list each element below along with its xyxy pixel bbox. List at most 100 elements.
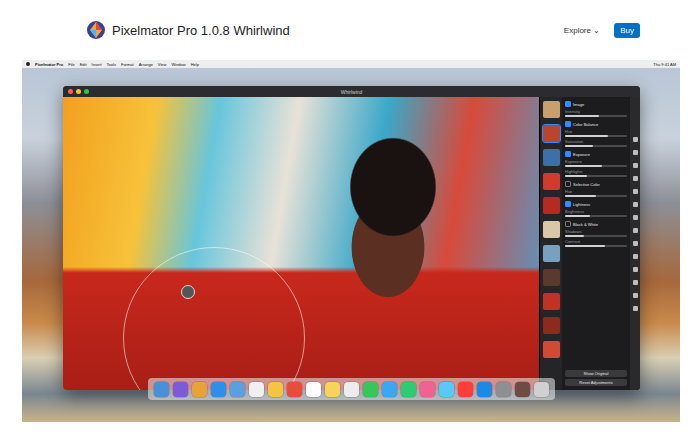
layer-thumbnail[interactable]	[543, 221, 560, 238]
slider-fill	[565, 115, 599, 117]
apple-icon[interactable]	[26, 62, 30, 66]
slider-label: Contrast	[565, 239, 627, 244]
layer-thumbnail[interactable]	[543, 149, 560, 166]
adjustment-header[interactable]: Image	[565, 101, 627, 107]
slider-track[interactable]	[565, 145, 627, 147]
layer-thumbnail[interactable]	[543, 245, 560, 262]
dock-app-icon[interactable]	[306, 382, 321, 397]
enable-checkbox[interactable]	[565, 181, 571, 187]
dock-app-icon[interactable]	[382, 382, 397, 397]
dock-app-icon[interactable]	[496, 382, 511, 397]
product-title: Pixelmator Pro 1.0.8 Whirlwind	[112, 23, 290, 38]
sidebar-button[interactable]: Reset Adjustments	[565, 379, 627, 386]
layer-thumbnail[interactable]	[543, 173, 560, 190]
adjustment-header[interactable]: Lightness	[565, 201, 627, 207]
enable-checkbox[interactable]	[565, 201, 571, 207]
pixelmator-logo-icon[interactable]	[86, 20, 106, 40]
tools-strip	[630, 97, 640, 390]
window-body: ImageIntensityColor BalanceHueSaturation…	[63, 97, 640, 390]
dock-app-icon[interactable]	[192, 382, 207, 397]
menu-item[interactable]: Help	[191, 62, 199, 67]
slider-track[interactable]	[565, 195, 627, 197]
enable-checkbox[interactable]	[565, 151, 571, 157]
explore-link[interactable]: Explore ⌄	[564, 26, 600, 35]
dock-app-icon[interactable]	[477, 382, 492, 397]
layer-thumbnail[interactable]	[543, 293, 560, 310]
slider-row: Brightness	[565, 209, 627, 217]
dock-app-icon[interactable]	[249, 382, 264, 397]
enable-checkbox[interactable]	[565, 121, 571, 127]
dock-app-icon[interactable]	[287, 382, 302, 397]
dock-app-icon[interactable]	[439, 382, 454, 397]
sidebar: ImageIntensityColor BalanceHueSaturation…	[539, 97, 640, 390]
dock-app-icon[interactable]	[363, 382, 378, 397]
dock-app-icon[interactable]	[401, 382, 416, 397]
adjustment-header[interactable]: Color Balance	[565, 121, 627, 127]
enable-checkbox[interactable]	[565, 221, 571, 227]
slider-track[interactable]	[565, 115, 627, 117]
menu-item[interactable]: Arrange	[139, 62, 153, 67]
layer-thumbnail[interactable]	[543, 125, 560, 142]
sidebar-button[interactable]: Show Original	[565, 370, 627, 377]
layer-thumbnail[interactable]	[543, 101, 560, 118]
tool-icon[interactable]	[633, 280, 638, 285]
enable-checkbox[interactable]	[565, 101, 571, 107]
menu-app-name[interactable]: Pixelmator Pro	[35, 62, 63, 67]
dock-app-icon[interactable]	[211, 382, 226, 397]
slider-track[interactable]	[565, 215, 627, 217]
dock-app-icon[interactable]	[230, 382, 245, 397]
tool-icon[interactable]	[633, 267, 638, 272]
slider-track[interactable]	[565, 165, 627, 167]
menu-item[interactable]: Insert	[92, 62, 102, 67]
menu-item[interactable]: Edit	[80, 62, 87, 67]
layer-thumbnail[interactable]	[543, 269, 560, 286]
slider-track[interactable]	[565, 175, 627, 177]
menu-item[interactable]: Window	[171, 62, 185, 67]
tool-icon[interactable]	[633, 137, 638, 142]
minimize-icon[interactable]	[76, 89, 81, 94]
photo-canvas[interactable]	[63, 97, 539, 390]
adjustment-header[interactable]: Selective Color	[565, 181, 627, 187]
dock-app-icon[interactable]	[458, 382, 473, 397]
dock-app-icon[interactable]	[173, 382, 188, 397]
tool-icon[interactable]	[633, 241, 638, 246]
close-icon[interactable]	[68, 89, 73, 94]
tool-icon[interactable]	[633, 176, 638, 181]
adjustment-section: Lightness Brightness	[565, 201, 627, 217]
menu-item[interactable]: View	[158, 62, 167, 67]
tool-icon[interactable]	[633, 215, 638, 220]
menu-item[interactable]: File	[68, 62, 74, 67]
tool-icon[interactable]	[633, 202, 638, 207]
dock-app-icon[interactable]	[344, 382, 359, 397]
adjustment-header[interactable]: Black & White	[565, 221, 627, 227]
tool-icon[interactable]	[633, 228, 638, 233]
dock-app-icon[interactable]	[534, 382, 549, 397]
dock-app-icon[interactable]	[268, 382, 283, 397]
dock-app-icon[interactable]	[325, 382, 340, 397]
dock-app-icon[interactable]	[420, 382, 435, 397]
menu-item[interactable]: Tools	[107, 62, 116, 67]
layer-thumbnail[interactable]	[543, 341, 560, 358]
slider-track[interactable]	[565, 135, 627, 137]
adjustment-header[interactable]: Exposure	[565, 151, 627, 157]
menu-item[interactable]: Format	[121, 62, 134, 67]
slider-track[interactable]	[565, 245, 627, 247]
tool-icon[interactable]	[633, 189, 638, 194]
layer-thumbnail[interactable]	[543, 317, 560, 334]
slider-track[interactable]	[565, 235, 627, 237]
tool-icon[interactable]	[633, 163, 638, 168]
window-titlebar[interactable]: Whirlwind	[63, 86, 640, 97]
dock-app-icon[interactable]	[154, 382, 169, 397]
dock-app-icon[interactable]	[515, 382, 530, 397]
adjustment-name: Selective Color	[573, 182, 600, 187]
zoom-icon[interactable]	[84, 89, 89, 94]
layer-thumbnail[interactable]	[543, 197, 560, 214]
tool-icon[interactable]	[633, 150, 638, 155]
tool-icon[interactable]	[633, 293, 638, 298]
drag-handle[interactable]	[181, 285, 195, 299]
slider-row: Hue	[565, 189, 627, 197]
buy-button[interactable]: Buy	[614, 23, 640, 38]
app-window[interactable]: WhirlwindImageIntensityColor BalanceHueS…	[63, 86, 640, 390]
tool-icon[interactable]	[633, 306, 638, 311]
tool-icon[interactable]	[633, 254, 638, 259]
